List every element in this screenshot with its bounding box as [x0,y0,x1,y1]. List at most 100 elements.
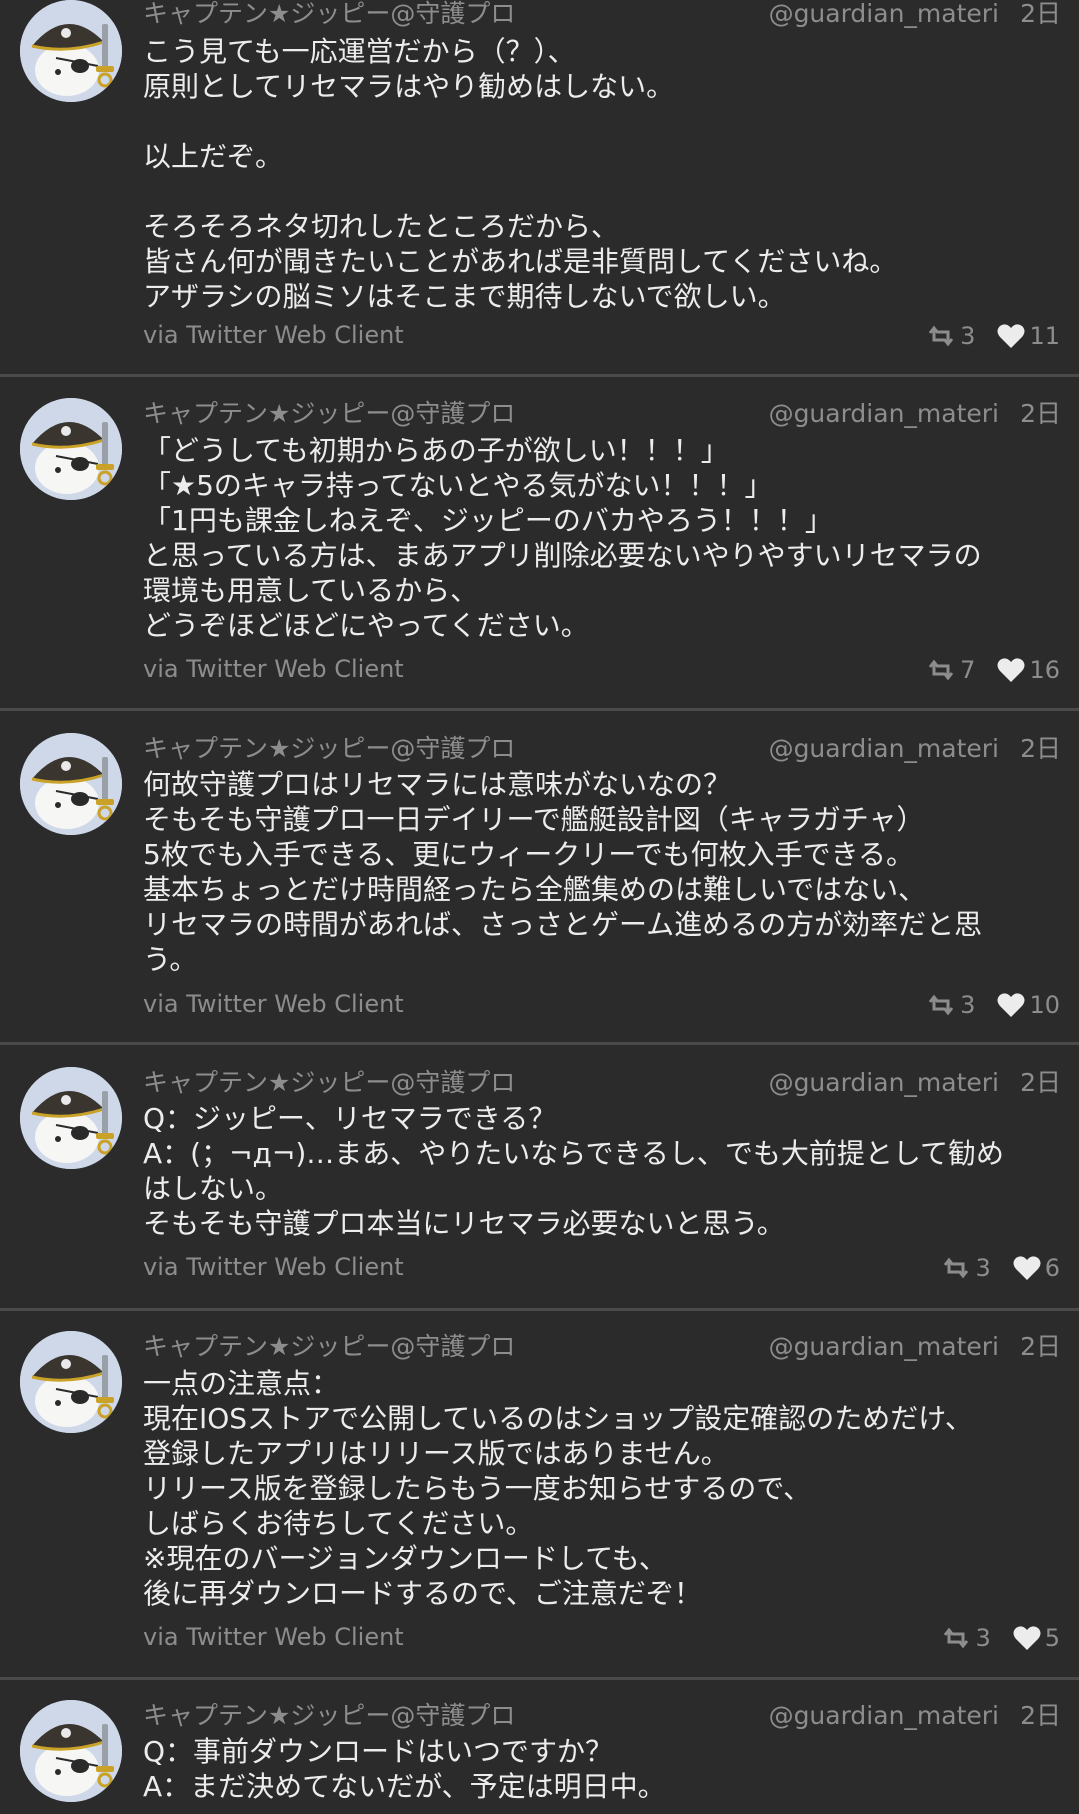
pirate-seal-avatar-icon [20,1700,122,1802]
like-count: 11 [1029,322,1060,350]
retweet-button[interactable]: 3 [926,320,975,352]
tweet-line [143,104,1063,139]
tweet-actions: 3 5 [941,1622,1060,1654]
tweet-line: こう見ても一応運営だから（？）、 [143,35,576,68]
author-name[interactable]: キャプテン★ジッピー@守護プロ [143,731,515,767]
retweet-count: 3 [975,1624,991,1652]
author-handle[interactable]: @guardian_materi [769,0,999,32]
tweet-text: Q：ジッピー、リセマラできる？ A：(；¬д¬)…まあ、やりたいならできるし、で… [143,1101,1063,1241]
like-button[interactable]: 5 [1013,1622,1060,1654]
tweet-line: そもそも守護プロ一日デイリーで艦艇設計図（キャラガチャ） [143,803,925,836]
tweet-line: 以上だぞ。 [143,140,284,173]
tweet-time: 2日 [1020,0,1061,28]
tweet-text: 何故守護プロはリセマラには意味がないなの？ そもそも守護プロ一日デイリーで艦艇設… [143,767,1063,977]
tweet-line: 5枚でも入手できる、更にウィークリーでも何枚入手できる。 [143,838,915,871]
tweet[interactable]: キャプテン★ジッピー@守護プロ @guardian_materi 2日 Q：事前… [0,1680,1079,1814]
avatar[interactable] [20,1067,122,1169]
like-count: 16 [1029,656,1060,684]
tweet-time: 2日 [1020,1701,1061,1730]
tweet-source[interactable]: via Twitter Web Client [143,1251,404,1283]
retweet-icon [929,325,954,347]
tweet[interactable]: キャプテン★ジッピー@守護プロ @guardian_materi 2日 「どうし… [0,377,1079,707]
retweet-button[interactable]: 3 [926,989,975,1021]
tweet-actions: 3 11 [926,320,1060,352]
tweet-line: 後に再ダウンロードするので、ご注意だぞ！ [143,1577,702,1610]
tweet-line: しばらくお待ちしてください。 [143,1507,534,1540]
tweet-line: はしない。 [143,1172,284,1205]
avatar[interactable] [20,1700,122,1802]
tweet-actions: 7 16 [926,654,1060,686]
tweet-line: 皆さん何が聞きたいことがあれば是非質問してくださいね。 [143,245,898,278]
tweet-line: 一点の注意点： [143,1367,340,1400]
tweet-line: 環境も用意しているから、 [143,574,479,607]
author-handle[interactable]: @guardian_materi [769,1698,999,1734]
tweet-source[interactable]: via Twitter Web Client [143,1621,404,1653]
tweet-actions: 3 6 [941,1252,1060,1284]
like-button[interactable]: 10 [997,989,1060,1021]
tweet-text: こう見ても一応運営だから（？）、 原則としてリセマラはやり勧めはしない。 以上だ… [143,34,1063,314]
heart-icon [997,324,1025,348]
retweet-count: 3 [975,1254,991,1282]
like-button[interactable]: 16 [997,654,1060,686]
tweet-line: 「1円も課金しねえぞ、ジッピーのバカやろう！！！」 [143,504,833,537]
tweet-source[interactable]: via Twitter Web Client [143,988,404,1020]
tweet-text: Q：事前ダウンロードはいつですか？ A：まだ決めてないだが、予定は明日中。 [143,1734,1063,1804]
heart-icon [997,658,1025,682]
tweet-text: 一点の注意点： 現在IOSストアで公開しているのはショップ設定確認のためだけ、 … [143,1366,1063,1611]
tweet-line: 原則としてリセマラはやり勧めはしない。 [143,70,675,103]
retweet-button[interactable]: 3 [941,1252,991,1284]
tweet[interactable]: キャプテン★ジッピー@守護プロ @guardian_materi 2日 何故守護… [0,711,1079,1041]
retweet-icon [929,994,954,1016]
tweet-source[interactable]: via Twitter Web Client [143,319,404,351]
author-handle[interactable]: @guardian_materi [769,731,999,767]
retweet-icon [944,1627,969,1649]
tweet[interactable]: キャプテン★ジッピー@守護プロ @guardian_materi 2日 Q：ジッ… [0,1045,1079,1308]
tweet-line: と思っている方は、まあアプリ削除必要ないやりやすいリセマラの [143,539,982,572]
retweet-button[interactable]: 3 [941,1622,991,1654]
tweet-line: Q：事前ダウンロードはいつですか？ [143,1735,614,1768]
avatar[interactable] [20,0,122,102]
tweet-timeline[interactable]: キャプテン★ジッピー@守護プロ @guardian_materi 2日 こう見て… [0,0,1079,1814]
tweet-line: 「どうしても初期からあの子が欲しい！！！」 [143,434,729,467]
like-count: 6 [1044,1254,1060,1282]
tweet-line: 基本ちょっとだけ時間経ったら全艦集めのは難しいではない、 [143,873,927,906]
retweet-count: 3 [960,991,976,1019]
tweet-time: 2日 [1020,399,1061,428]
tweet-line: A：(；¬д¬)…まあ、やりたいならできるし、でも大前提として勧め [143,1137,1005,1170]
tweet-line: う。 [143,943,198,976]
avatar[interactable] [20,398,122,500]
author-name[interactable]: キャプテン★ジッピー@守護プロ [143,1698,515,1734]
author-name[interactable]: キャプテン★ジッピー@守護プロ [143,0,515,32]
tweet-line: アザラシの脳ミソはそこまで期待しないで欲しい。 [143,280,786,313]
tweet-header: キャプテン★ジッピー@守護プロ @guardian_materi 2日 [143,0,1061,32]
avatar[interactable] [20,733,122,835]
like-button[interactable]: 11 [997,320,1060,352]
tweet-line: どうぞほどほどにやってください。 [143,609,589,642]
tweet-header: キャプテン★ジッピー@守護プロ @guardian_materi 2日 [143,1698,1061,1734]
like-count: 5 [1044,1624,1060,1652]
heart-icon [1013,1256,1041,1280]
tweet-header: キャプテン★ジッピー@守護プロ @guardian_materi 2日 [143,1065,1061,1101]
author-name[interactable]: キャプテン★ジッピー@守護プロ [143,396,515,432]
tweet-source[interactable]: via Twitter Web Client [143,653,404,685]
tweet-line: 現在IOSストアで公開しているのはショップ設定確認のためだけ、 [143,1402,973,1435]
tweet[interactable]: キャプテン★ジッピー@守護プロ @guardian_materi 2日 一点の注… [0,1311,1079,1676]
avatar[interactable] [20,1331,122,1433]
tweet-header: キャプテン★ジッピー@守護プロ @guardian_materi 2日 [143,1329,1061,1365]
author-handle[interactable]: @guardian_materi [769,396,999,432]
like-count: 10 [1029,991,1060,1019]
tweet-time: 2日 [1020,734,1061,763]
author-handle[interactable]: @guardian_materi [769,1065,999,1101]
tweet-line: そろそろネタ切れしたところだから、 [143,210,620,243]
retweet-button[interactable]: 7 [926,654,975,686]
heart-icon [1013,1626,1041,1650]
like-button[interactable]: 6 [1013,1252,1060,1284]
tweet[interactable]: キャプテン★ジッピー@守護プロ @guardian_materi 2日 こう見て… [0,0,1079,373]
author-name[interactable]: キャプテン★ジッピー@守護プロ [143,1065,515,1101]
tweet-text: 「どうしても初期からあの子が欲しい！！！」 「★5のキャラ持ってないとやる気がな… [143,433,1063,643]
tweet-line: そもそも守護プロ本当にリセマラ必要ないと思う。 [143,1207,785,1240]
retweet-icon [929,659,954,681]
author-handle[interactable]: @guardian_materi [769,1329,999,1365]
tweet-line [143,174,1063,209]
author-name[interactable]: キャプテン★ジッピー@守護プロ [143,1329,515,1365]
